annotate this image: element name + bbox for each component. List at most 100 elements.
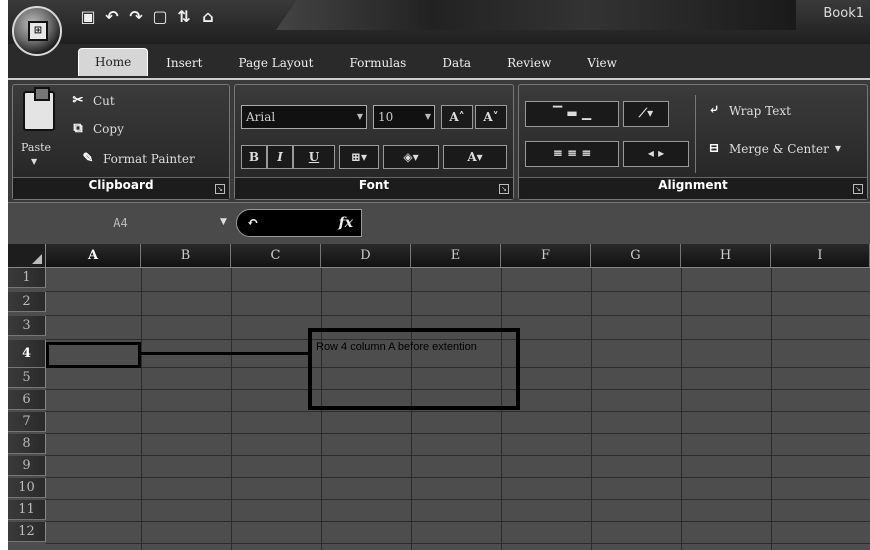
redo-icon[interactable]: ↷ xyxy=(126,7,146,27)
quick-access-toolbar: ▣ ↶ ↷ ▢ ⇅ ⌂ xyxy=(78,4,218,30)
grow-font-button[interactable]: A˄ xyxy=(441,105,473,129)
selected-cell-a4[interactable] xyxy=(46,342,141,368)
gridline xyxy=(591,268,592,550)
gridline xyxy=(46,315,870,316)
orientation-icon: ⟋▾ xyxy=(638,106,654,120)
row-header-11[interactable]: 11 xyxy=(8,500,46,520)
select-all-button[interactable] xyxy=(8,244,46,268)
clipboard-launcher-icon[interactable]: ↘ xyxy=(215,184,225,194)
row-header-1[interactable]: 1 xyxy=(8,268,46,288)
tab-insert[interactable]: Insert xyxy=(148,52,220,76)
paste-icon[interactable] xyxy=(23,87,55,131)
gridline xyxy=(46,521,870,522)
row-header-3[interactable]: 3 xyxy=(8,316,46,336)
save-icon[interactable]: ▣ xyxy=(78,7,98,27)
name-box[interactable]: A4 xyxy=(8,209,233,237)
font-size-value: 10 xyxy=(378,110,394,124)
font-name-select[interactable]: Arial ▼ xyxy=(241,105,367,129)
alignment-divider xyxy=(695,95,696,173)
row-header-5[interactable]: 5 xyxy=(8,368,46,388)
paste-button[interactable]: Paste xyxy=(21,141,51,154)
gridline xyxy=(681,268,682,550)
font-launcher-icon[interactable]: ↘ xyxy=(499,184,509,194)
alignment-launcher-icon[interactable]: ↘ xyxy=(853,184,863,194)
tab-data[interactable]: Data xyxy=(424,52,489,76)
column-header-e[interactable]: E xyxy=(411,244,501,268)
title-bar: ▣ ↶ ↷ ▢ ⇅ ⌂ Book1 xyxy=(8,0,870,44)
column-header-i[interactable]: I xyxy=(771,244,870,268)
font-color-button[interactable]: A▾ xyxy=(443,145,507,169)
clipboard-group-label: Clipboard xyxy=(13,177,229,199)
callout-box: Row 4 column A before extention xyxy=(308,328,520,410)
fill-color-icon: ◈▾ xyxy=(403,150,419,164)
font-color-icon: A▾ xyxy=(467,150,483,164)
office-button[interactable]: ⊞ xyxy=(12,6,62,56)
horizontal-align-buttons[interactable]: ≡ ≡ ≡ xyxy=(525,141,619,167)
gridline xyxy=(46,477,870,478)
format-painter-button[interactable]: ✎ Format Painter xyxy=(79,151,195,166)
tab-formulas[interactable]: Formulas xyxy=(331,52,424,76)
undo-icon[interactable]: ↶ xyxy=(102,7,122,27)
row-header-10[interactable]: 10 xyxy=(8,478,46,498)
ribbon: Paste ▼ ✂ Cut ⧉ Copy ✎ Format Painter Cl… xyxy=(8,78,870,202)
indent-icon: ◂ ▸ xyxy=(647,146,665,160)
column-header-h[interactable]: H xyxy=(681,244,771,268)
row-header-8[interactable]: 8 xyxy=(8,434,46,454)
merge-icon: ⊟ xyxy=(708,141,720,156)
tab-review[interactable]: Review xyxy=(489,52,569,76)
cut-button[interactable]: ✂ Cut xyxy=(69,93,115,108)
new-icon[interactable]: ▢ xyxy=(150,7,170,27)
row-header-12[interactable]: 12 xyxy=(8,522,46,542)
tab-home[interactable]: Home xyxy=(78,48,149,76)
font-size-select[interactable]: 10 ▼ xyxy=(373,105,435,129)
column-header-a[interactable]: A xyxy=(46,244,141,268)
merge-center-label: Merge & Center xyxy=(729,141,829,156)
indent-buttons[interactable]: ◂ ▸ xyxy=(623,141,689,167)
tab-page-layout[interactable]: Page Layout xyxy=(220,52,331,76)
chevron-down-icon[interactable]: ▼ xyxy=(220,217,227,227)
shrink-font-button[interactable]: A˅ xyxy=(475,105,507,129)
chevron-down-icon: ▼ xyxy=(834,144,842,153)
alignment-group: ▔ ▬ ▁ ⟋▾ ≡ ≡ ≡ ◂ ▸ ⤶ Wrap Text ⊟ Merge &… xyxy=(518,84,868,200)
title-bar-gradient xyxy=(276,0,796,30)
row-header-4[interactable]: 4 xyxy=(8,340,46,368)
fill-color-button[interactable]: ◈▾ xyxy=(383,145,439,169)
borders-button[interactable]: ⊞▾ xyxy=(339,145,379,169)
cut-label: Cut xyxy=(93,93,115,108)
sort-icon[interactable]: ⇅ xyxy=(174,7,194,27)
cancel-icon[interactable]: ↶ xyxy=(247,210,259,236)
wrap-text-icon: ⤶ xyxy=(708,103,720,118)
column-header-g[interactable]: G xyxy=(591,244,681,268)
insert-function-button[interactable]: fx xyxy=(339,210,353,236)
window-title: Book1 xyxy=(823,6,864,21)
column-header-b[interactable]: B xyxy=(141,244,231,268)
formula-input[interactable] xyxy=(364,209,870,237)
row-header-2[interactable]: 2 xyxy=(8,292,46,312)
italic-button[interactable]: I xyxy=(267,145,293,169)
column-header-d[interactable]: D xyxy=(321,244,411,268)
open-icon[interactable]: ⌂ xyxy=(198,7,218,27)
excel-window: ▣ ↶ ↷ ▢ ⇅ ⌂ Book1 ⊞ Home Insert Page Lay… xyxy=(8,0,870,550)
copy-icon: ⧉ xyxy=(73,121,83,136)
row-header-9[interactable]: 9 xyxy=(8,456,46,476)
column-header-f[interactable]: F xyxy=(501,244,591,268)
chevron-down-icon: ▼ xyxy=(424,112,431,121)
row-header-6[interactable]: 6 xyxy=(8,390,46,410)
wrap-text-button[interactable]: ⤶ Wrap Text xyxy=(705,103,791,118)
merge-center-button[interactable]: ⊟ Merge & Center ▼ xyxy=(705,141,842,156)
copy-button[interactable]: ⧉ Copy xyxy=(69,121,124,136)
column-header-c[interactable]: C xyxy=(231,244,321,268)
paste-dropdown-icon[interactable]: ▼ xyxy=(31,157,37,166)
row-header-7[interactable]: 7 xyxy=(8,412,46,432)
tab-view[interactable]: View xyxy=(569,52,635,76)
align-left-icon: ≡ ≡ ≡ xyxy=(552,146,592,160)
gridline xyxy=(231,268,232,550)
underline-button[interactable]: U xyxy=(293,145,335,169)
bold-button[interactable]: B xyxy=(241,145,267,169)
font-group-label: Font xyxy=(235,177,513,199)
orientation-button[interactable]: ⟋▾ xyxy=(623,101,669,127)
gridline xyxy=(46,499,870,500)
vertical-align-buttons[interactable]: ▔ ▬ ▁ xyxy=(525,101,619,127)
format-painter-label: Format Painter xyxy=(103,151,195,166)
paintbrush-icon: ✎ xyxy=(82,151,94,166)
